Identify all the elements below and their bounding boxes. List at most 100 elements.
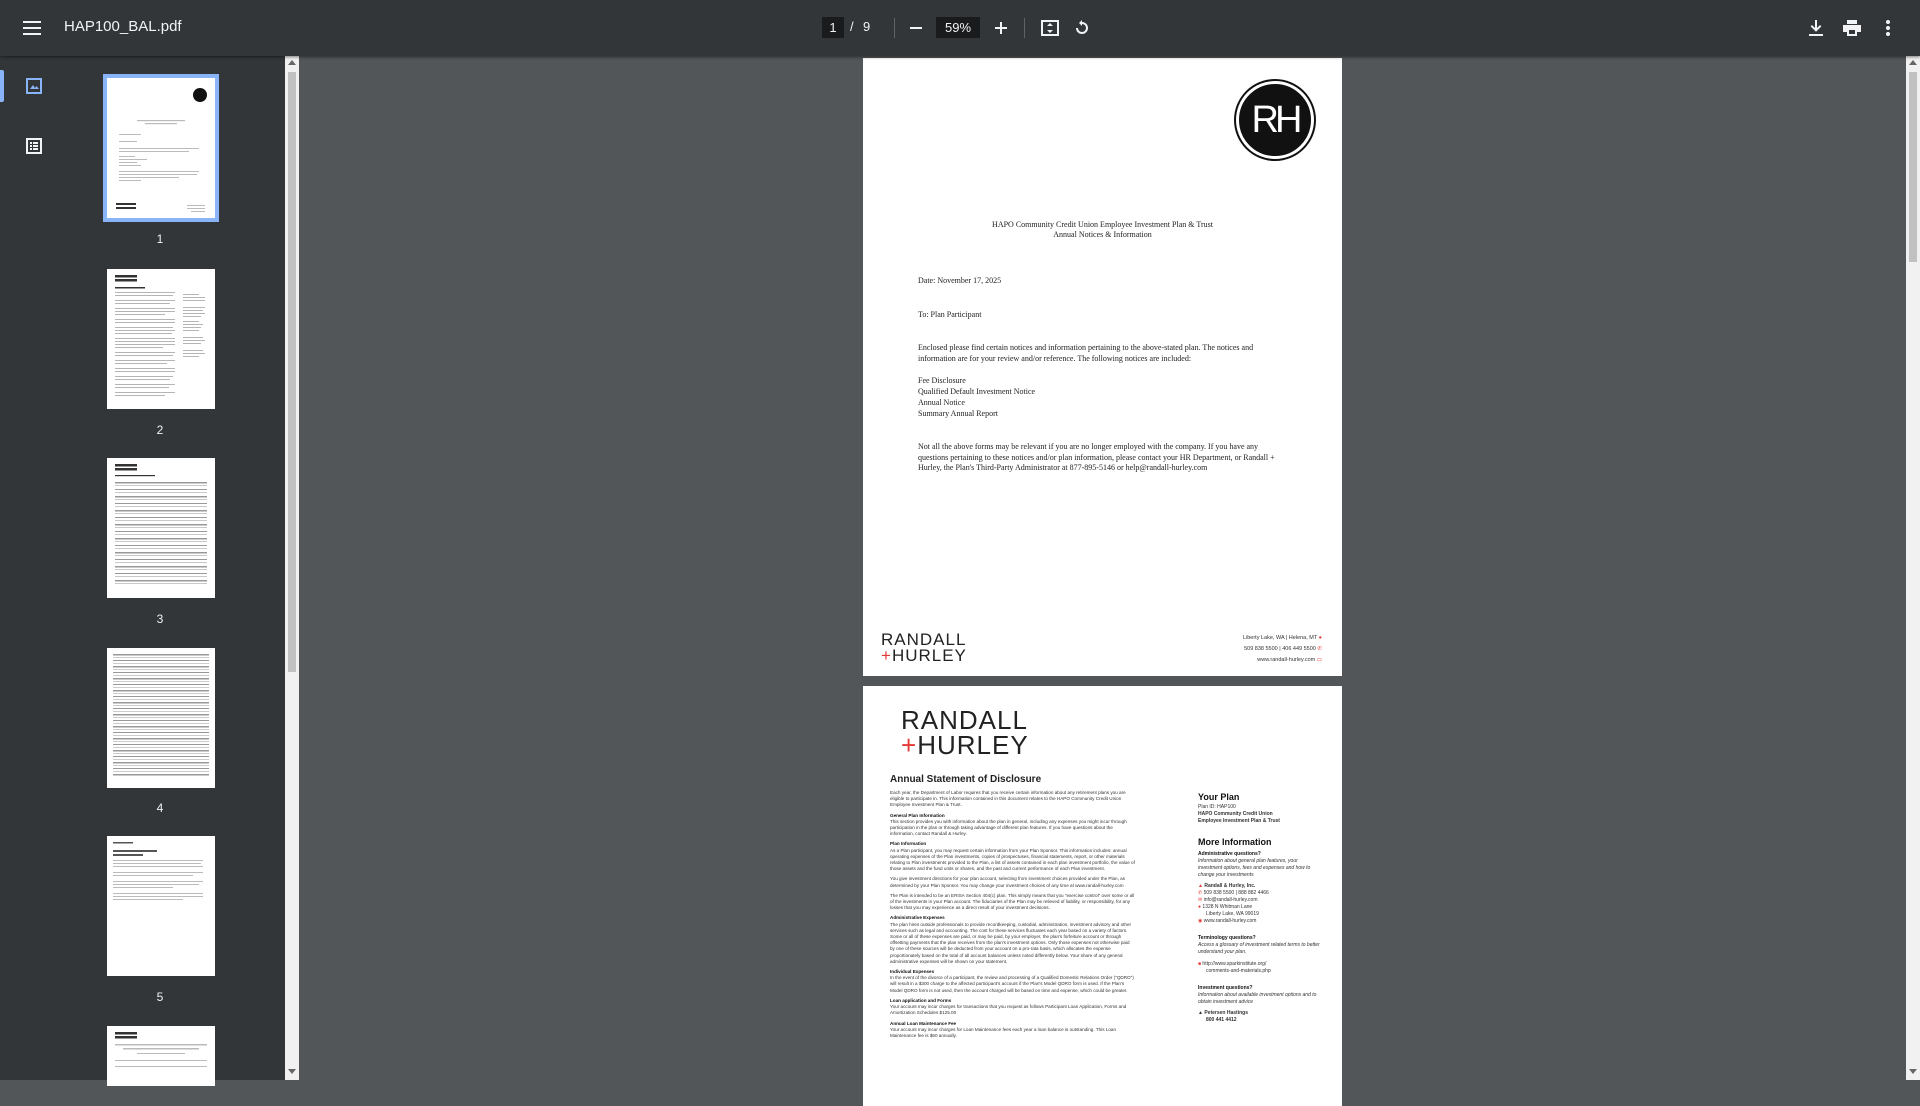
footer-website: www.randall-hurley.com [1257,657,1316,663]
section-text: As a Plan participant, you may request c… [890,847,1135,872]
terminology-question-text: Access a glossary of investment related … [1198,942,1320,955]
randall-hurley-logo: RANDALL +HURLEY [881,631,967,666]
sidebar-scroll-thumb[interactable] [288,72,296,672]
disclosure-title: Annual Statement of Disclosure [890,774,1042,785]
advisor-phone: 800 441 4412 [1206,1017,1237,1023]
company-website: www.randall-hurley.com [1203,918,1257,924]
investment-question: Investment questions? [1198,985,1253,991]
phone-icon: ✆ [1317,646,1322,652]
thumbnail-page-2[interactable] [107,269,215,409]
globe-icon: ◉ [1198,918,1203,924]
zoom-out-button[interactable] [900,12,932,44]
zoom-in-button[interactable] [985,12,1017,44]
rh-logo: RH [1236,81,1314,159]
thumbnails-icon[interactable] [18,70,50,102]
more-options-icon[interactable] [1872,12,1904,44]
section-text: The Plan is intended to be an ERISA Sect… [890,892,1135,911]
zoom-input[interactable]: 59% [936,17,980,38]
glossary-link[interactable]: http://www.sparkinstitute.org/ [1202,961,1266,967]
randall-hurley-logo: RANDALL +HURLEY [901,707,1029,760]
admin-question: Administrative questions? [1198,851,1261,857]
plan-name: HAPO Community Credit Union [1198,811,1273,817]
print-icon[interactable] [1836,12,1868,44]
thumbnail-label-1: 1 [156,232,164,246]
document-title: HAP100_BAL.pdf [64,18,182,35]
fit-page-icon[interactable] [1034,12,1066,44]
intro-paragraph: Enclosed please find certain notices and… [918,343,1254,363]
thumbnail-label-3: 3 [156,612,164,626]
bookmark-icon: ■ [1198,961,1202,967]
advisor-name: Petersen Hastings [1204,1010,1248,1016]
scroll-up-arrow-icon[interactable] [1909,60,1917,65]
person-icon: ▲ [1198,1010,1203,1016]
scroll-down-arrow-icon[interactable] [1909,1069,1917,1074]
total-pages: 9 [863,19,871,34]
glossary-link[interactable]: comments-and-materials.php [1198,968,1323,975]
document-page-2: RANDALL +HURLEY Annual Statement of Disc… [863,686,1342,1106]
terminology-question: Terminology questions? [1198,935,1256,941]
company-address: Liberty Lake, WA 99019 [1206,911,1259,917]
section-text: This section provides you with informati… [890,818,1127,837]
download-icon[interactable] [1800,12,1832,44]
document-scrollbar[interactable] [1906,56,1920,1080]
plan-id: Plan ID: HAP100 [1198,804,1236,810]
brand-line-2: HURLEY [891,646,967,666]
sidebar-rail [0,56,68,1080]
closing-paragraph: Not all the above forms may be relevant … [918,442,1275,472]
location-pin-icon: ● [1318,635,1322,641]
thumbnail-page-4[interactable] [107,648,215,788]
footer-contact: Liberty Lake, WA | Helena, MT ● 509 838 … [1243,633,1322,666]
toolbar-divider [1024,18,1025,38]
document-date: Date: November 17, 2025 [918,276,1002,285]
notice-item: Summary Annual Report [918,409,998,418]
person-icon: ▲ [1198,883,1203,889]
rotate-icon[interactable] [1066,12,1098,44]
plus-mark-icon: + [881,646,892,666]
footer-location: Liberty Lake, WA | Helena, MT [1242,635,1318,641]
email-icon: ✉ [1198,897,1203,903]
plus-mark-icon: + [901,729,918,760]
toolbar-divider [894,18,895,38]
section-text: Your account may incur charges for Loan … [890,1026,1117,1038]
investment-question-text: Information about available investment o… [1198,992,1317,1005]
thumbnail-page-6[interactable] [107,1026,215,1086]
thumbnail-page-1[interactable] [103,74,219,222]
thumbnail-label-4: 4 [156,801,164,815]
section-text: In the event of the divorce of a partici… [890,975,1134,993]
page-separator: / [850,19,854,34]
thumbnail-label-5: 5 [156,990,164,1004]
thumbnail-page-3[interactable] [107,458,215,598]
menu-icon[interactable] [16,12,48,44]
plan-name: Employee Investment Plan & Trust [1198,818,1280,824]
pdf-toolbar: HAP100_BAL.pdf 1 / 9 59% [0,0,1920,56]
thumbnail-label-2: 2 [156,423,164,437]
document-page-1: RH HAPO Community Credit Union Employee … [863,58,1342,676]
scroll-down-arrow-icon[interactable] [288,1069,296,1074]
document-scroll-thumb[interactable] [1909,72,1917,262]
company-email: info@randall-hurley.com [1203,897,1258,903]
page-number-input[interactable]: 1 [822,17,844,38]
admin-question-text: Information about general plan features,… [1198,858,1311,878]
notice-item: Qualified Default Investment Notice [918,387,1036,396]
notice-item: Annual Notice [918,398,965,407]
outline-icon[interactable] [18,130,50,162]
sidebar-scrollbar[interactable] [285,56,299,1080]
more-info-heading: More Information [1198,837,1272,847]
footer-phone: 509 838 5500 | 406 449 5500 [1244,646,1316,652]
section-text: The plan hires outside professionals to … [890,921,1132,964]
thumbnail-page-5[interactable] [107,836,215,976]
active-indicator [0,70,4,102]
company-phones: 509 838 5500 | 888 882 4466 [1203,890,1269,896]
disclosure-intro: Each year, the Department of Labor requi… [890,790,1126,808]
location-pin-icon: ● [1198,904,1202,910]
notice-item: Fee Disclosure [918,376,966,385]
monitor-icon: ▭ [1316,657,1322,663]
section-text: Your account may incur charges for trans… [890,1004,1127,1016]
company-address: 1328 N Whitman Lane [1202,904,1253,910]
company-name: Randall & Hurley, Inc. [1204,883,1256,889]
scroll-up-arrow-icon[interactable] [288,60,296,65]
disclosure-body: Each year, the Department of Labor requi… [890,790,1135,1039]
plan-info-column: Your Plan Plan ID: HAP100 HAPO Community… [1198,786,1323,1024]
heading-line-1: HAPO Community Credit Union Employee Inv… [992,220,1213,229]
heading-line-2: Annual Notices & Information [1053,230,1152,239]
